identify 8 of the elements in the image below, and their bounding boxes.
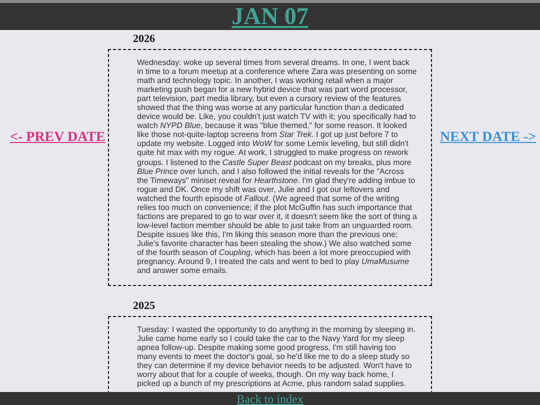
prev-date-link[interactable]: <- PREV DATE bbox=[0, 127, 106, 148]
next-date-link[interactable]: NEXT DATE -> bbox=[440, 127, 536, 148]
year-heading: 2025 bbox=[133, 300, 156, 312]
back-to-index-link[interactable]: Back to index bbox=[236, 392, 304, 404]
date-title[interactable]: JAN 07 bbox=[232, 4, 308, 28]
entry-text: Tuesday: I wasted the opportunity to do anything in the morning by sleeping in. Julie came home early so I could take the car to the Navy Yard for my sleep apnea follow-up. Despite making some good progress, I'm still having too many events to meet the doctor's goal, so he'd like me to do a sleep study so they can determine if my device behavior needs to be adjusted. Won't have to worry about that for a couple of weeks, though. On my way back home, I picked up a bunch of my prescriptions at Acme, plus random salad supplies. bbox=[137, 325, 417, 388]
entry-text: Wednesday: woke up several times from several dreams. In one, I went back in time to a forum meetup at a conference where Zara was presenting on some math and technology topic. In another, I was working retail when a major marketing push began for a new hybrid device that was part word processor, part television, part media library, but even a cursory review of the features showed that the thing was worse at any particular function than a dedicated device would be. Like, you couldn't just watch TV with it; you specifically had to watch NYPD Blue, because it was "blue themed," for some reason. It looked like those not-quite-laptop screens from Star Trek. I got up just before 7 to update my website. Logged into WoW for some Lemix leveling, but still didn't quite hit max with my rogue. At work, I struggled to make progress on rework groups. I listened to the Castle Super Beast podcast on my breaks, plus more Blue Prince over lunch, and I also followed the initial reveals for the "Across the Timeways" miniset reveal for Hearthstone. I'm glad they're adding imbue to rogue and DK. Once my shift was over, Julie and I got our leftovers and watched the fourth episode of Fallout. (We agreed that some of the writing relies too much on convenience; if the plot McGuffin has such importance that factions are prepared to go to war over it, it doesn't seem like the sort of thing a low-level faction member should be able to just take from an unguarded room. Despite issues like this, I'm liking this season more than the previous one; Julie's favorite character has been stealing the show.) We also watched some of the fourth season of Coupling, which has been a lot more preoccupied with pregnancy. Around 9, I treated the cats and went to bed to play UmaMusume and answer some emails. bbox=[137, 58, 417, 276]
year-heading: 2026 bbox=[133, 33, 156, 45]
